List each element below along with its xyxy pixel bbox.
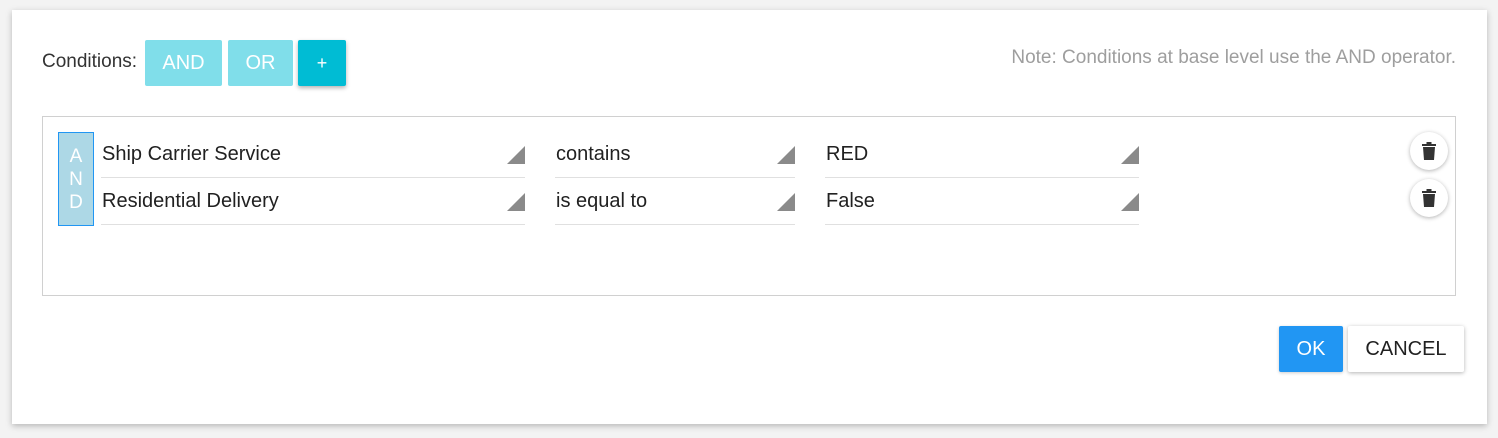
trash-icon <box>1422 189 1436 207</box>
group-operator-letter: N <box>69 168 83 190</box>
or-group-button[interactable]: OR <box>228 40 293 86</box>
rule-value-select[interactable]: RED <box>825 131 1139 178</box>
ok-button[interactable]: OK <box>1279 326 1343 372</box>
condition-builder-dialog: Conditions: AND OR + Note: Conditions at… <box>12 10 1487 424</box>
rule-field-value: Residential Delivery <box>102 189 279 212</box>
dropdown-arrow-icon <box>777 146 795 164</box>
dropdown-arrow-icon <box>1121 193 1139 211</box>
rule-value-select[interactable]: False <box>825 178 1139 225</box>
dropdown-arrow-icon <box>507 146 525 164</box>
rules-container: A N D Ship Carrier Service contains RED <box>42 116 1456 296</box>
dropdown-arrow-icon <box>507 193 525 211</box>
delete-rule-button[interactable] <box>1410 179 1448 217</box>
conditions-label: Conditions: <box>42 51 138 72</box>
rule-field-select[interactable]: Ship Carrier Service <box>101 131 525 178</box>
dropdown-arrow-icon <box>777 193 795 211</box>
delete-rule-button[interactable] <box>1410 132 1448 170</box>
rule-operator-select[interactable]: contains <box>555 131 795 178</box>
group-operator-letter: A <box>69 145 83 167</box>
trash-icon <box>1422 142 1436 160</box>
rule-operator-select[interactable]: is equal to <box>555 178 795 225</box>
rule-field-value: Ship Carrier Service <box>102 142 281 165</box>
add-condition-button[interactable]: + <box>298 40 346 86</box>
group-operator-tag[interactable]: A N D <box>58 132 94 226</box>
cancel-button[interactable]: CANCEL <box>1348 326 1464 372</box>
rule-value-value: RED <box>826 142 869 165</box>
group-operator-letter: D <box>69 191 83 213</box>
rule-operator-value: contains <box>556 142 631 165</box>
rule-operator-value: is equal to <box>556 189 648 212</box>
rule-field-select[interactable]: Residential Delivery <box>101 178 525 225</box>
operator-note: Note: Conditions at base level use the A… <box>1011 47 1456 68</box>
rule-value-value: False <box>826 189 875 212</box>
and-group-button[interactable]: AND <box>145 40 222 86</box>
dropdown-arrow-icon <box>1121 146 1139 164</box>
